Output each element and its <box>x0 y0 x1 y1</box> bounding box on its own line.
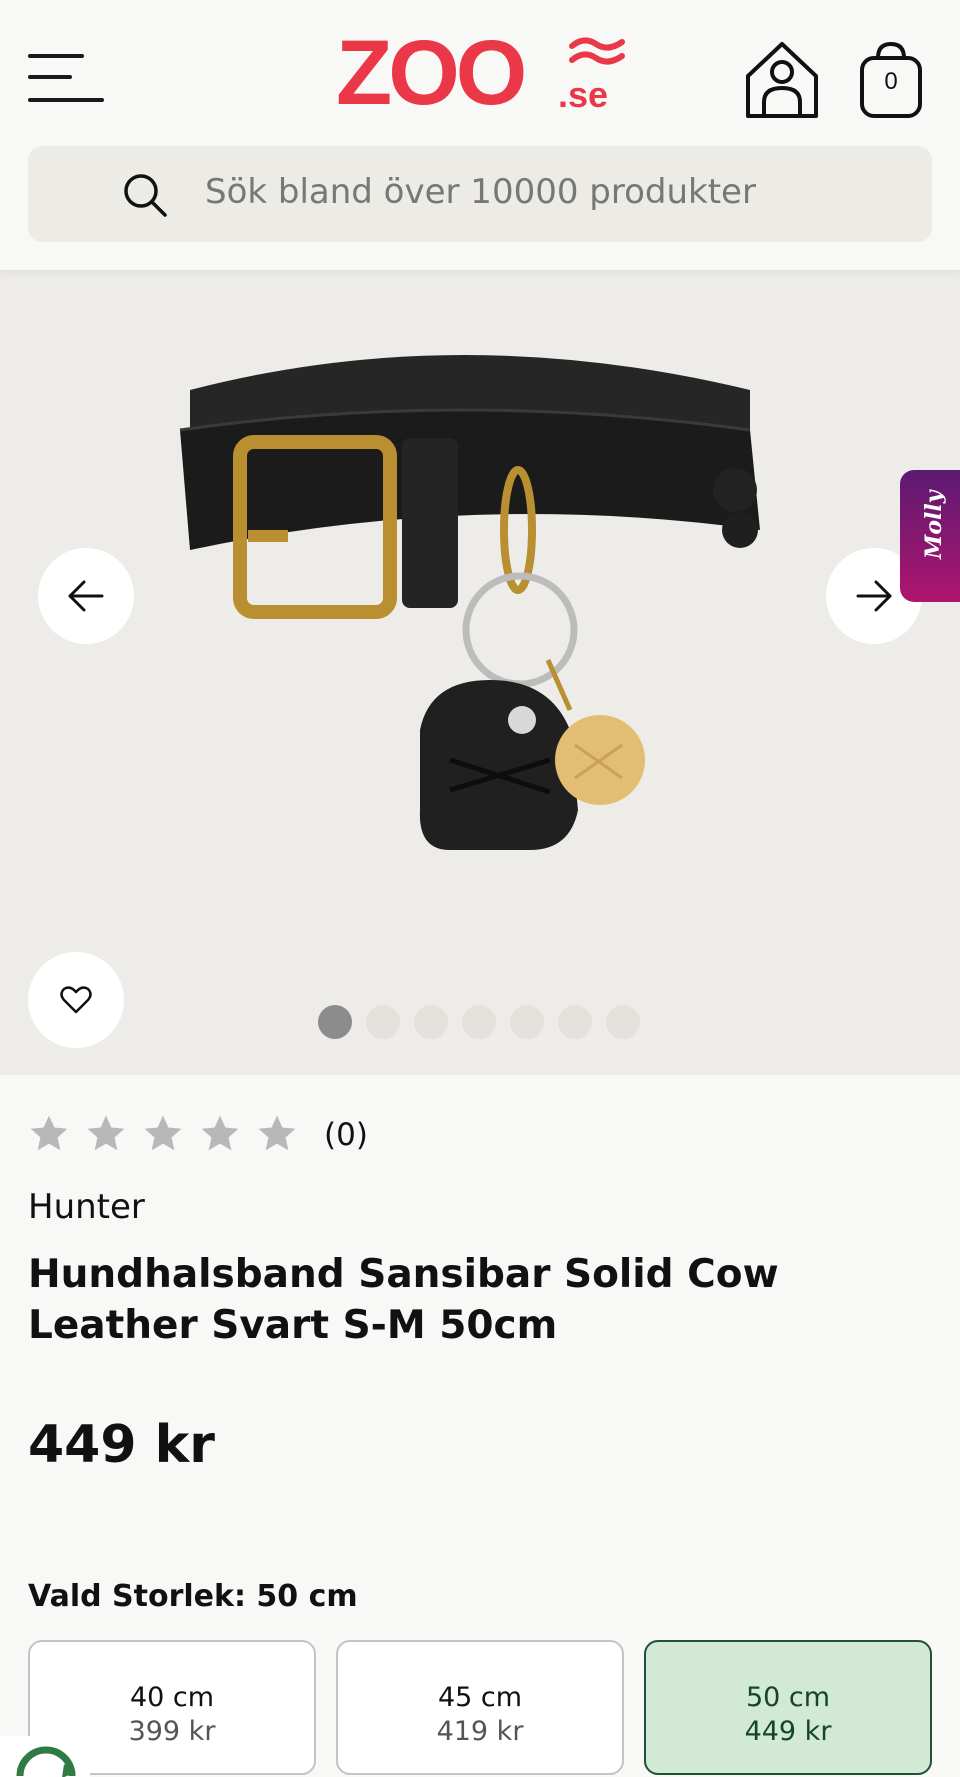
size-option-size: 50 cm <box>745 1682 831 1713</box>
star-icon <box>201 1115 239 1151</box>
favorite-button[interactable] <box>28 952 124 1048</box>
molly-label: Molly <box>921 490 947 559</box>
arrow-left-icon <box>68 580 104 612</box>
selected-size-label: Vald Storlek: 50 cm <box>28 1579 358 1614</box>
pagination-dot[interactable] <box>558 1005 592 1039</box>
product-brand[interactable]: Hunter <box>28 1187 145 1227</box>
home-button[interactable] <box>744 40 820 120</box>
product-title: Hundhalsband Sansibar Solid Cow Leather … <box>28 1252 779 1348</box>
size-option-price: 449 kr <box>744 1716 832 1747</box>
cart-count-badge: 0 <box>884 68 898 95</box>
size-option-price: 419 kr <box>436 1716 524 1747</box>
menu-icon-line <box>28 98 104 102</box>
heart-icon <box>60 986 92 1014</box>
pagination-dot[interactable] <box>462 1005 496 1039</box>
search-input[interactable]: Sök bland över 10000 produkter <box>205 172 756 212</box>
pagination-dot[interactable] <box>414 1005 448 1039</box>
arrow-right-icon <box>856 580 892 612</box>
product-info: (0) Hunter Hundhalsband Sansibar Solid C… <box>0 1075 960 1777</box>
pagination-dot[interactable] <box>606 1005 640 1039</box>
size-option-selected[interactable]: 50 cm 449 kr <box>644 1640 932 1775</box>
recycle-badge-icon <box>16 1746 76 1777</box>
site-header: ZOO .se 0 Sök bland över 10000 produkter <box>0 0 960 270</box>
pagination-dot[interactable] <box>510 1005 544 1039</box>
review-count[interactable]: (0) <box>324 1117 368 1153</box>
logo-waves-icon <box>569 37 625 65</box>
molly-chat-tab[interactable]: Molly <box>900 470 960 602</box>
search-icon <box>124 174 167 217</box>
star-icon <box>87 1115 125 1151</box>
menu-icon-line <box>28 75 72 79</box>
product-price: 449 kr <box>28 1415 215 1475</box>
pagination-dot[interactable] <box>366 1005 400 1039</box>
star-icon <box>258 1115 296 1151</box>
size-option-size: 40 cm <box>129 1682 215 1713</box>
home-icon <box>746 42 818 118</box>
logo-text: ZOO <box>336 22 527 124</box>
star-icon <box>30 1115 68 1151</box>
menu-icon-line <box>28 54 84 58</box>
search-bar[interactable]: Sök bland över 10000 produkter <box>28 146 932 242</box>
star-icon <box>144 1115 182 1151</box>
product-image <box>179 355 760 850</box>
size-option-size: 45 cm <box>437 1682 523 1713</box>
logo-suffix: .se <box>558 74 609 115</box>
product-gallery: Molly <box>0 270 960 1075</box>
menu-button[interactable] <box>28 52 106 106</box>
cart-button[interactable]: 0 <box>858 40 924 120</box>
zoo-logo[interactable]: ZOO .se <box>336 22 626 124</box>
size-option[interactable]: 45 cm 419 kr <box>336 1640 624 1775</box>
recycle-badge[interactable] <box>0 1736 90 1777</box>
previous-image-button[interactable] <box>38 548 134 644</box>
pagination-dot[interactable] <box>318 1005 352 1039</box>
